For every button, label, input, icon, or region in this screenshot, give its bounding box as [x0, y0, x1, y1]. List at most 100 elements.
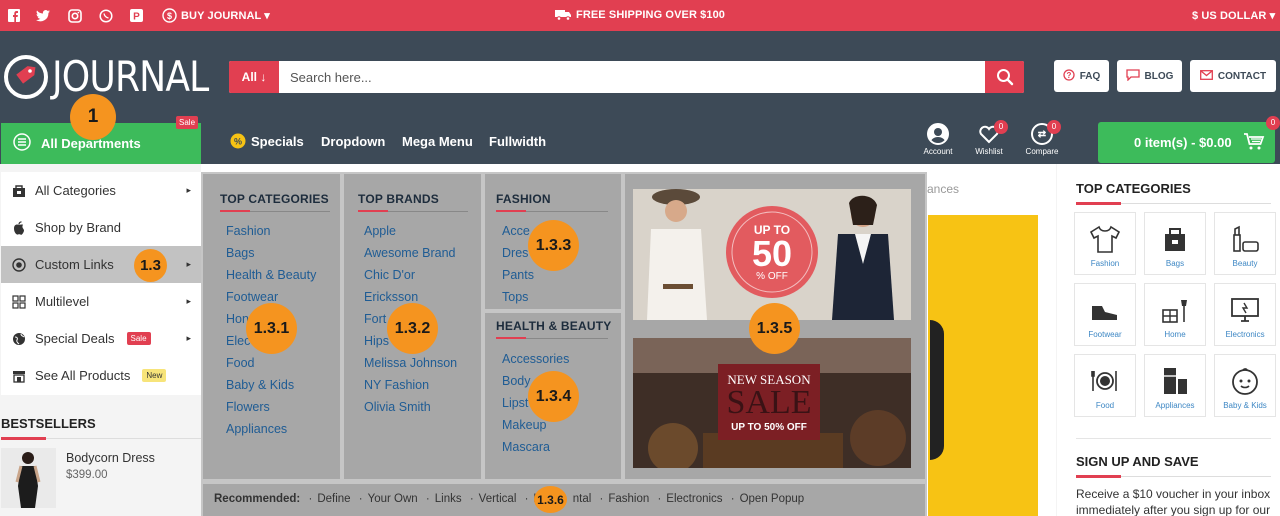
- hero-banner-partial: [928, 215, 1038, 516]
- link-mascara[interactable]: Mascara: [502, 440, 550, 454]
- link-body[interactable]: Body: [502, 374, 531, 388]
- facebook-icon[interactable]: [6, 8, 21, 23]
- instagram-icon[interactable]: [67, 8, 82, 23]
- cart-icon: [1243, 133, 1265, 154]
- cart-button[interactable]: 0 item(s) - $0.00: [1098, 122, 1275, 163]
- rec-link-your-own[interactable]: Your Own: [368, 493, 418, 505]
- link-health-beauty[interactable]: Health & Beauty: [226, 268, 316, 282]
- contact-button[interactable]: CONTACT: [1190, 60, 1276, 92]
- signup-text-line1: Receive a $10 voucher in your inbox: [1076, 487, 1271, 501]
- category-tile-baby-kids[interactable]: Baby & Kids: [1214, 354, 1276, 417]
- product-name[interactable]: Bodycorn Dress: [66, 451, 155, 465]
- category-tile-bags[interactable]: Bags: [1144, 212, 1206, 275]
- link-ericksson[interactable]: Ericksson: [364, 290, 418, 304]
- search-button[interactable]: [985, 61, 1024, 93]
- link-accessories[interactable]: Acce: [502, 224, 530, 238]
- pinterest-icon[interactable]: P: [129, 8, 144, 23]
- category-tile-fashion[interactable]: Fashion: [1074, 212, 1136, 275]
- logo-text[interactable]: JOURNAL: [52, 52, 209, 101]
- link-flowers[interactable]: Flowers: [226, 400, 270, 414]
- whatsapp-icon[interactable]: [98, 8, 113, 23]
- link-bags[interactable]: Bags: [226, 246, 255, 260]
- link-food[interactable]: Food: [226, 356, 255, 370]
- link-appliances[interactable]: Appliances: [226, 422, 287, 436]
- category-tile-appliances[interactable]: Appliances: [1144, 354, 1206, 417]
- category-tile-electronics[interactable]: Electronics: [1214, 283, 1276, 346]
- buy-journal-link[interactable]: BUY JOURNAL ▾: [181, 9, 270, 22]
- link-apple[interactable]: Apple: [364, 224, 396, 238]
- product-image[interactable]: [1, 448, 56, 508]
- logo-tag-icon[interactable]: [4, 55, 48, 99]
- blog-button[interactable]: BLOG: [1117, 60, 1182, 92]
- nav-fullwidth[interactable]: Fullwidth: [489, 134, 546, 149]
- new-badge: New: [142, 369, 167, 382]
- rec-link-electronics[interactable]: Electronics: [666, 493, 722, 505]
- truck-icon: [555, 9, 572, 24]
- twitter-icon[interactable]: [35, 8, 50, 23]
- globe-icon: [11, 331, 27, 347]
- grid-icon: [11, 294, 27, 310]
- link-awesome-brand[interactable]: Awesome Brand: [364, 246, 456, 260]
- menu-item-custom-links[interactable]: Custom Links ▸: [1, 246, 201, 283]
- menu-item-shop-by-brand[interactable]: Shop by Brand: [1, 209, 201, 246]
- account-link[interactable]: Account: [913, 123, 963, 156]
- menu-item-see-all-products[interactable]: See All Products New: [1, 357, 201, 394]
- signup-title: SIGN UP AND SAVE: [1076, 454, 1199, 469]
- nav-mega-menu[interactable]: Mega Menu: [402, 134, 473, 149]
- link-melissa-johnson[interactable]: Melissa Johnson: [364, 356, 457, 370]
- svg-text:%: %: [234, 137, 242, 147]
- annotation-badge-1-3-6: 1.3.6: [534, 486, 567, 513]
- link-lipstick[interactable]: Lipst: [502, 396, 528, 410]
- link-ny-fashion[interactable]: NY Fashion: [364, 378, 429, 392]
- department-menu: All Categories ▸ Shop by Brand Custom Li…: [1, 172, 201, 395]
- faq-button[interactable]: ? FAQ: [1054, 60, 1109, 92]
- right-sidebar: TOP CATEGORIES Fashion Bags Beauty Footw…: [1057, 164, 1280, 516]
- category-tile-food[interactable]: Food: [1074, 354, 1136, 417]
- search-input[interactable]: [280, 61, 984, 93]
- banner-new-season-sale[interactable]: NEW SEASON SALE UP TO 50% OFF: [633, 338, 911, 468]
- category-tile-beauty[interactable]: Beauty: [1214, 212, 1276, 275]
- menu-item-multilevel[interactable]: Multilevel ▸: [1, 283, 201, 320]
- category-tile-footwear[interactable]: Footwear: [1074, 283, 1136, 346]
- link-fashion[interactable]: Fashion: [226, 224, 270, 238]
- link-footwear[interactable]: Footwear: [226, 290, 278, 304]
- link-olivia-smith[interactable]: Olivia Smith: [364, 400, 431, 414]
- wishlist-link[interactable]: 0 Wishlist: [964, 120, 1014, 156]
- annotation-badge-1-3-3: 1.3.3: [528, 220, 579, 271]
- svg-text:P: P: [133, 12, 140, 23]
- annotation-badge-1-3-2: 1.3.2: [387, 303, 438, 354]
- banner1-percent: 50: [751, 233, 793, 274]
- search-category-dropdown[interactable]: All ↓: [229, 61, 279, 93]
- free-shipping-text: FREE SHIPPING OVER $100: [576, 9, 726, 21]
- rec-link-fashion[interactable]: Fashion: [608, 493, 649, 505]
- category-tile-home[interactable]: Home: [1144, 283, 1206, 346]
- link-brand-6[interactable]: Hips: [364, 334, 389, 348]
- compare-link[interactable]: ⇄ 0 Compare: [1017, 120, 1067, 156]
- nav-dropdown[interactable]: Dropdown: [321, 134, 385, 149]
- rec-link-define[interactable]: Define: [317, 493, 350, 505]
- rec-link-links[interactable]: Links: [435, 493, 462, 505]
- recommended-label: Recommended:: [214, 493, 301, 505]
- link-makeup[interactable]: Makeup: [502, 418, 546, 432]
- rec-link-open-popup[interactable]: Open Popup: [740, 493, 805, 505]
- link-pants[interactable]: Pants: [502, 268, 534, 282]
- svg-text:?: ?: [1066, 71, 1071, 80]
- currency-dropdown[interactable]: $ US DOLLAR ▾: [1192, 9, 1275, 22]
- furniture-icon: [1162, 300, 1187, 323]
- link-tops[interactable]: Tops: [502, 290, 528, 304]
- link-brand-5[interactable]: Fort: [364, 312, 386, 326]
- link-baby-kids[interactable]: Baby & Kids: [226, 378, 294, 392]
- banner-50-off[interactable]: UP TO 50 % OFF: [633, 189, 911, 320]
- menu-item-special-deals[interactable]: Special Deals Sale ▸: [1, 320, 201, 357]
- menu-item-all-categories[interactable]: All Categories ▸: [1, 172, 201, 209]
- svg-text:$: $: [167, 11, 172, 21]
- link-chic-dor[interactable]: Chic D'or: [364, 268, 415, 282]
- wishlist-count: 0: [994, 120, 1008, 134]
- link-accessories[interactable]: Accessories: [502, 352, 569, 366]
- question-icon: ?: [1063, 68, 1075, 84]
- nav-specials[interactable]: Specials: [251, 134, 304, 149]
- link-dresses[interactable]: Dres: [502, 246, 528, 260]
- rec-link-vertical[interactable]: Vertical: [479, 493, 517, 505]
- title-underline: [1076, 202, 1121, 205]
- divider: [1076, 438, 1271, 439]
